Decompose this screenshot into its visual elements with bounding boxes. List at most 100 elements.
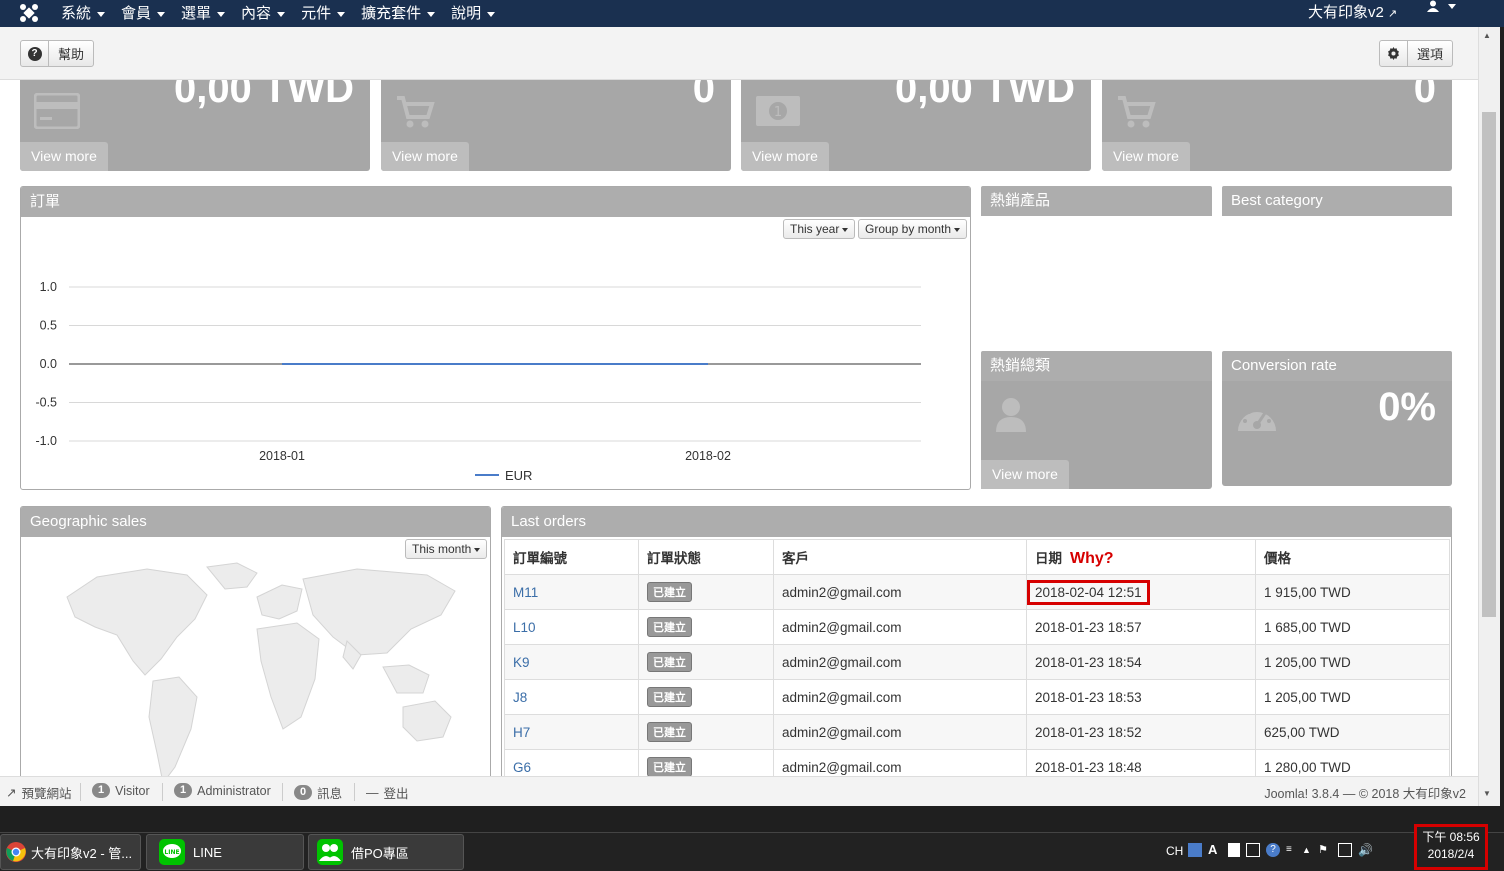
table-row[interactable]: L10 已建立 admin2@gmail.com 2018-01-23 18:5… <box>504 609 1450 645</box>
taskbar-browser[interactable]: 大有印象v2 - 管... <box>0 834 141 870</box>
caret-down-icon <box>277 11 286 17</box>
x-tick-label: 2018-01 <box>259 449 305 463</box>
admins-label: Administrator <box>197 783 271 798</box>
menu-label: 擴充套件 <box>361 4 422 22</box>
caret-down-icon <box>337 11 346 17</box>
joomla-logo-icon[interactable] <box>19 3 39 23</box>
messages-label: 訊息 <box>317 787 343 801</box>
menu-users[interactable]: 會員 <box>113 0 173 27</box>
taskbar-group[interactable]: 借PO專區 <box>308 834 464 870</box>
page-scrollbar[interactable]: ▲ ▼ <box>1478 27 1500 806</box>
help-label: 幫助 <box>58 47 85 62</box>
menu-components[interactable]: 元件 <box>293 0 353 27</box>
stat-box-orders: 0 View more <box>381 65 731 171</box>
status-badge: 已建立 <box>647 687 692 707</box>
preview-site-link[interactable]: ↗ 預覽網站 <box>6 783 72 802</box>
column-label: 日期 <box>1035 550 1062 566</box>
help-icon[interactable]: ? <box>1266 843 1280 857</box>
tray-icons: A ? ≡ ▲ ⚑ 🔊 <box>1188 843 1373 857</box>
menu-label: 會員 <box>121 4 152 22</box>
table-row[interactable]: K9 已建立 admin2@gmail.com 2018-01-23 18:54… <box>504 644 1450 680</box>
scroll-thumb[interactable] <box>1482 112 1496 617</box>
table-row[interactable]: J8 已建立 admin2@gmail.com 2018-01-23 18:53… <box>504 679 1450 715</box>
options-button[interactable]: 選項 <box>1379 40 1454 67</box>
volume-icon[interactable]: 🔊 <box>1358 843 1373 857</box>
visitors-count: 1 <box>92 783 111 798</box>
cart-icon <box>397 96 435 128</box>
order-id-link[interactable]: H7 <box>513 725 530 740</box>
status-badge: 已建立 <box>647 582 692 602</box>
tray-expand-icon[interactable]: ▲ <box>1302 843 1312 857</box>
order-id-link[interactable]: J8 <box>513 690 527 705</box>
font-a-icon[interactable]: A <box>1208 843 1222 857</box>
order-date: 2018-01-23 18:52 <box>1026 714 1256 750</box>
menu-content[interactable]: 內容 <box>233 0 293 27</box>
gear-icon <box>1380 41 1408 66</box>
legend-label: EUR <box>505 468 532 483</box>
ime-icon[interactable] <box>1188 843 1202 857</box>
menu-menus[interactable]: 選單 <box>173 0 233 27</box>
caret-down-icon <box>427 11 436 17</box>
scroll-up-icon[interactable]: ▲ <box>1483 31 1491 40</box>
menu-system[interactable]: 系統 <box>53 0 113 27</box>
svg-text:LINE: LINE <box>164 849 179 856</box>
user-icon <box>1427 0 1439 12</box>
user-menu[interactable] <box>1427 0 1456 12</box>
order-id-link[interactable]: M11 <box>513 585 538 600</box>
table-row[interactable]: M11 已建立 admin2@gmail.com 2018-02-04 12:5… <box>504 574 1450 610</box>
help-button[interactable]: ? 幫助 <box>20 40 95 67</box>
view-more-link[interactable]: View more <box>981 460 1069 489</box>
column-header[interactable]: 日期 Why? <box>1026 539 1256 575</box>
customer-email: admin2@gmail.com <box>773 644 1027 680</box>
order-price: 1 205,00 TWD <box>1255 644 1450 680</box>
menu-extensions[interactable]: 擴充套件 <box>353 0 443 27</box>
top-products-panel: 熱銷產品 <box>981 186 1212 341</box>
site-link[interactable]: 大有印象v2 ↗ <box>1308 0 1397 27</box>
menu-label: 說明 <box>451 4 482 22</box>
y-tick-label: 0.5 <box>40 319 57 333</box>
visitors-indicator[interactable]: 1 Visitor <box>92 783 150 798</box>
order-date: 2018-01-23 18:53 <box>1026 679 1256 715</box>
admins-indicator[interactable]: 1 Administrator <box>174 783 271 798</box>
column-header[interactable]: 客戶 <box>773 539 1027 575</box>
orders-line-chart: 1.0 0.5 0.0 -0.5 -1.0 2018-01 2018-02 EUR <box>35 280 921 483</box>
order-id-link[interactable]: K9 <box>513 655 530 670</box>
column-header[interactable]: 價格 <box>1255 539 1450 575</box>
pad-icon[interactable] <box>1228 843 1240 857</box>
caret-down-icon <box>487 11 496 17</box>
network-icon[interactable] <box>1338 843 1352 857</box>
panel-title: 訂單 <box>21 187 970 217</box>
divider <box>282 783 283 801</box>
column-header[interactable]: 訂單編號 <box>504 539 639 575</box>
scroll-down-icon[interactable]: ▼ <box>1483 789 1491 798</box>
menu-help[interactable]: 說明 <box>443 0 503 27</box>
column-header[interactable]: 訂單狀態 <box>638 539 774 575</box>
stat-box-carts: 0 View more <box>1102 65 1452 171</box>
table-row[interactable]: H7 已建立 admin2@gmail.com 2018-01-23 18:52… <box>504 714 1450 750</box>
view-more-link[interactable]: View more <box>20 142 108 171</box>
screen-icon[interactable] <box>1246 843 1260 857</box>
clock-date: 2018/2/4 <box>1427 847 1475 861</box>
settings-icon[interactable]: ≡ <box>1286 843 1296 857</box>
view-more-link[interactable]: View more <box>741 142 829 171</box>
input-language[interactable]: CH <box>1166 833 1183 869</box>
geo-range-dropdown[interactable]: This month <box>405 539 488 559</box>
admins-count: 1 <box>174 783 193 798</box>
table-header-row: 訂單編號 訂單狀態 客戶 日期 Why? 價格 <box>504 539 1450 575</box>
order-id-link[interactable]: L10 <box>513 620 536 635</box>
taskbar-label: LINE <box>193 844 222 860</box>
customer-email: admin2@gmail.com <box>773 574 1027 610</box>
stat-box-revenue: 0,00 TWD View more <box>20 65 370 171</box>
taskbar-line[interactable]: LINE LINE <box>146 834 304 870</box>
x-tick-label: 2018-02 <box>685 449 731 463</box>
view-more-link[interactable]: View more <box>381 142 469 171</box>
order-id-link[interactable]: G6 <box>513 760 531 775</box>
flag-icon[interactable]: ⚑ <box>1318 843 1332 857</box>
taskbar-clock[interactable]: 下午 08:56 2018/2/4 <box>1414 824 1488 870</box>
main-menu: 系統 會員 選單 內容 元件 擴充套件 說明 <box>53 0 503 27</box>
panel-title: 熱銷總類 <box>981 351 1212 381</box>
view-more-link[interactable]: View more <box>1102 142 1190 171</box>
caret-down-icon <box>217 11 226 17</box>
messages-indicator[interactable]: 0 訊息 <box>294 783 342 802</box>
logout-link[interactable]: — 登出 <box>366 783 409 802</box>
